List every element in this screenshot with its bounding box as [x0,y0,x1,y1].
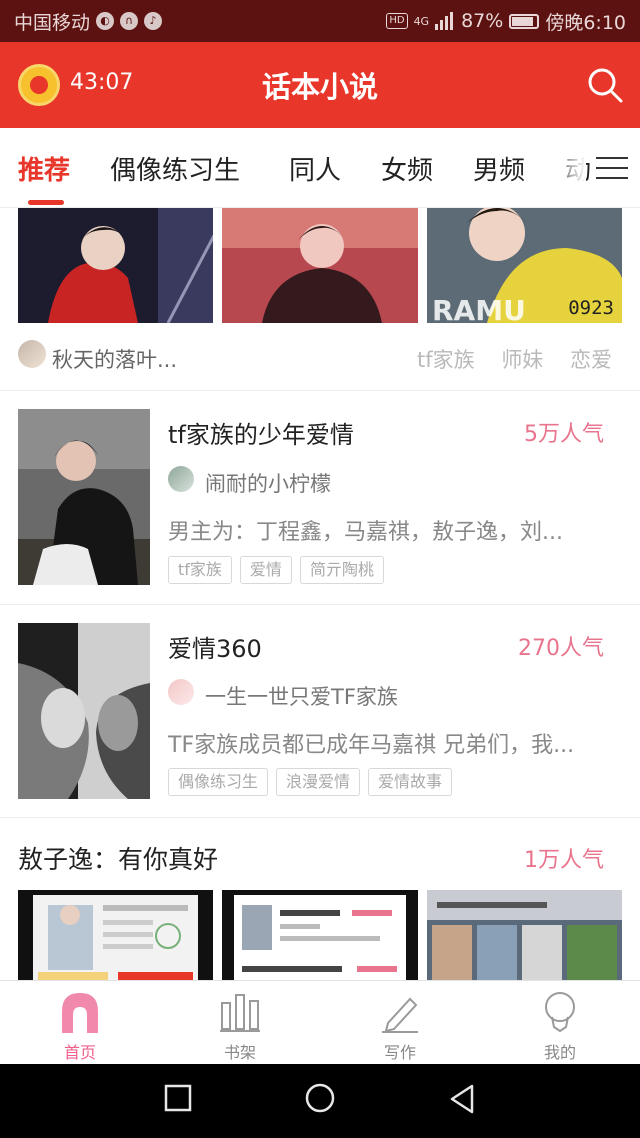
tab-fanfic[interactable]: 同人 [289,150,341,187]
battery-percent: 87% [461,10,504,32]
clock: 傍晚6:10 [545,11,626,34]
tab-male[interactable]: 男频 [473,150,525,187]
active-tab-indicator [28,200,64,205]
book-tag[interactable]: 浪漫爱情 [276,768,361,796]
book-popularity: 5万人气 [524,422,604,447]
avatar[interactable] [168,466,194,492]
avatar[interactable] [18,340,46,368]
book-cover[interactable] [18,623,150,799]
back-icon[interactable] [448,1084,476,1114]
story-author[interactable]: 秋天的落叶... [52,344,177,374]
status-bar: 中国移动 ◐ ∩ ♪ HD 4G 87% 傍晚6:10 [0,0,640,42]
divider [0,817,640,818]
story-tag[interactable]: 恋爱 [570,348,612,372]
nav-label: 我的 [543,1043,576,1062]
section-thumbnail-2[interactable] [222,890,418,980]
pen-icon [382,997,418,1033]
menu-icon[interactable] [596,156,628,180]
story-thumbnail-3[interactable]: RAMU 0923 [427,208,622,323]
book-tag[interactable]: 爱情 [239,556,292,584]
carrier-label: 中国移动 [14,11,91,34]
book-tag[interactable]: tf家族 [168,556,232,584]
hd-badge: HD [386,13,408,29]
book-tag[interactable]: 偶像练习生 [168,768,269,796]
app-notification-icon: ◐ [96,12,115,30]
book-popularity: 270人气 [518,636,604,661]
home-button-icon[interactable] [304,1082,336,1114]
book-tag[interactable]: 简亓陶桃 [299,556,384,584]
section-popularity: 1万人气 [524,848,604,873]
book-tags: 偶像练习生 浪漫爱情 爱情故事 [168,768,453,796]
headset-notification-icon: ∩ [120,12,139,30]
book-description: 男主为：丁程鑫，马嘉祺，敖子逸，刘... [168,520,563,545]
network-type: 4G [413,14,430,28]
system-nav-bar [0,1064,640,1138]
section-title[interactable]: 敖子逸：有你真好 [18,840,218,876]
app-bar: 43:07 话本小说 [0,42,640,128]
signal-icon [435,12,454,30]
section-thumbnail-3[interactable] [427,890,622,980]
profile-icon [545,992,575,1033]
nav-label: 首页 [63,1043,96,1062]
story-tag[interactable]: tf家族 [417,348,475,372]
book-title[interactable]: 爱情360 [168,629,262,664]
divider [0,604,640,605]
section-thumbnail-1[interactable] [18,890,213,980]
nav-bookshelf[interactable]: 书架 [160,981,320,1065]
tab-idol-trainee[interactable]: 偶像练习生 [110,150,240,187]
story-thumbnail-2[interactable] [222,208,418,323]
recents-icon[interactable] [164,1084,192,1112]
nav-home[interactable]: 首页 [0,981,160,1065]
book-description: TF家族成员都已成年马嘉祺 兄弟们，我... [168,733,575,758]
nav-write[interactable]: 写作 [320,981,480,1065]
svg-text:RAMU: RAMU [432,294,526,323]
battery-icon [509,13,540,29]
thumbnail-caption: 0923 [568,297,614,319]
bookshelf-icon [220,994,260,1032]
tabs-fade [546,128,586,206]
app-title: 话本小说 [261,70,378,104]
search-icon[interactable] [586,66,624,104]
nav-profile[interactable]: 我的 [480,981,640,1065]
home-icon [62,993,98,1033]
nav-label: 书架 [223,1043,256,1062]
story-thumbnail-1[interactable] [18,208,213,323]
category-tabs: 推荐 偶像练习生 同人 女频 男频 动 [0,128,640,208]
avatar[interactable] [168,679,194,705]
story-meta-row: 秋天的落叶... tf家族 师妹 恋爱 [18,340,622,374]
book-cover[interactable] [18,409,150,585]
divider [0,390,640,391]
nav-label: 写作 [383,1043,416,1062]
story-tags: tf家族 师妹 恋爱 [397,344,612,374]
tab-recommend[interactable]: 推荐 [18,150,70,187]
book-tags: tf家族 爱情 简亓陶桃 [168,556,384,584]
book-tag[interactable]: 爱情故事 [368,768,453,796]
book-author[interactable]: 一生一世只爱TF家族 [205,681,398,711]
tiktok-notification-icon: ♪ [144,12,163,30]
bottom-nav: 首页 书架 写作 我的 [0,980,640,1064]
tab-female[interactable]: 女频 [381,150,433,187]
book-author[interactable]: 闹耐的小柠檬 [205,468,331,498]
story-tag[interactable]: 师妹 [501,348,543,372]
book-title[interactable]: tf家族的少年爱情 [168,415,354,450]
